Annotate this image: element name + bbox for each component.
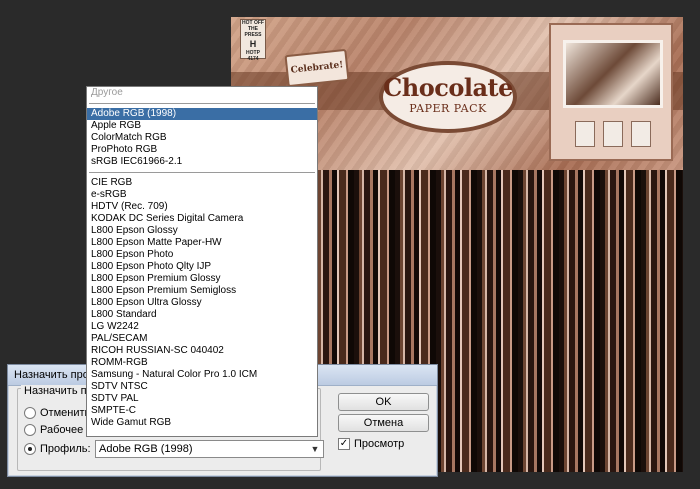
photo-card — [549, 23, 673, 161]
dropdown-item[interactable]: Apple RGB — [87, 120, 317, 132]
dropdown-item[interactable]: Wide Gamut RGB — [87, 417, 317, 429]
cancel-button[interactable]: Отмена — [338, 414, 429, 432]
photo-tags — [563, 117, 663, 155]
radio-dont-manage-button[interactable] — [24, 406, 36, 419]
dropdown-item[interactable]: HDTV (Rec. 709) — [87, 201, 317, 213]
preview-label: Просмотр — [354, 438, 405, 450]
logo-code: H — [249, 39, 257, 49]
dropdown-item[interactable]: SDTV NTSC — [87, 381, 317, 393]
family-photo — [563, 40, 663, 108]
dropdown-item[interactable]: L800 Standard — [87, 309, 317, 321]
dropdown-item[interactable]: L800 Epson Matte Paper-HW — [87, 237, 317, 249]
dropdown-separator — [87, 99, 317, 108]
chevron-down-icon[interactable]: ▼ — [309, 442, 321, 456]
dropdown-item[interactable]: ROMM-RGB — [87, 357, 317, 369]
logo-text: HOT OFF THE PRESS — [242, 20, 264, 38]
dropdown-item[interactable]: Samsung - Natural Color Pro 1.0 ICM — [87, 369, 317, 381]
dropdown-item[interactable]: PAL/SECAM — [87, 333, 317, 345]
preview-checkbox-box[interactable]: ✓ — [338, 438, 350, 450]
dropdown-header: Другое — [91, 87, 123, 98]
dropdown-item[interactable]: SMPTE-C — [87, 405, 317, 417]
group-label: Назначить п — [21, 385, 90, 397]
dropdown-item[interactable]: RICOH RUSSIAN-SC 040402 — [87, 345, 317, 357]
cover-subtitle: PAPER PACK — [409, 102, 487, 115]
tag-2 — [603, 121, 623, 147]
dropdown-item[interactable]: L800 Epson Ultra Glossy — [87, 297, 317, 309]
celebrate-tag: Celebrate! — [284, 48, 350, 88]
dropdown-item[interactable]: e-sRGB — [87, 189, 317, 201]
title-oval: Chocolate PAPER PACK — [379, 61, 517, 133]
profile-select-value: Adobe RGB (1998) — [99, 443, 193, 455]
radio-profile[interactable]: Профиль: — [24, 441, 91, 456]
tag-3 — [631, 121, 651, 147]
dropdown-item[interactable]: ProPhoto RGB — [87, 144, 317, 156]
dropdown-separator — [87, 168, 317, 177]
dropdown-item[interactable]: L800 Epson Photo Qlty IJP — [87, 261, 317, 273]
dropdown-item[interactable]: L800 Epson Photo — [87, 249, 317, 261]
preview-checkbox[interactable]: ✓ Просмотр — [338, 437, 404, 451]
radio-working-rgb-button[interactable] — [24, 423, 36, 436]
dropdown-item[interactable]: CIE RGB — [87, 177, 317, 189]
dropdown-item[interactable]: ColorMatch RGB — [87, 132, 317, 144]
celebrate-text: Celebrate! — [290, 60, 344, 76]
radio-profile-button[interactable] — [24, 442, 36, 455]
cover-title: Chocolate — [383, 73, 513, 102]
dropdown-item[interactable]: LG W2242 — [87, 321, 317, 333]
profile-select[interactable]: Adobe RGB (1998) ▼ — [95, 440, 324, 458]
ok-button[interactable]: OK — [338, 393, 429, 411]
dropdown-item[interactable]: SDTV PAL — [87, 393, 317, 405]
dropdown-item[interactable]: L800 Epson Glossy — [87, 225, 317, 237]
profile-dropdown-list[interactable]: Другое Adobe RGB (1998) Apple RGB ColorMat… — [86, 86, 318, 437]
tag-1 — [575, 121, 595, 147]
dropdown-item[interactable]: KODAK DC Series Digital Camera — [87, 213, 317, 225]
hot-off-press-logo: HOT OFF THE PRESS H HOTP 4174 — [240, 19, 266, 62]
logo-number: HOTP 4174 — [246, 50, 260, 62]
radio-profile-label: Профиль: — [40, 442, 91, 455]
dropdown-item[interactable]: Adobe RGB (1998) — [87, 108, 317, 120]
dropdown-item[interactable]: L800 Epson Premium Glossy — [87, 273, 317, 285]
dropdown-item[interactable]: sRGB IEC61966-2.1 — [87, 156, 317, 168]
dropdown-item[interactable]: L800 Epson Premium Semigloss — [87, 285, 317, 297]
